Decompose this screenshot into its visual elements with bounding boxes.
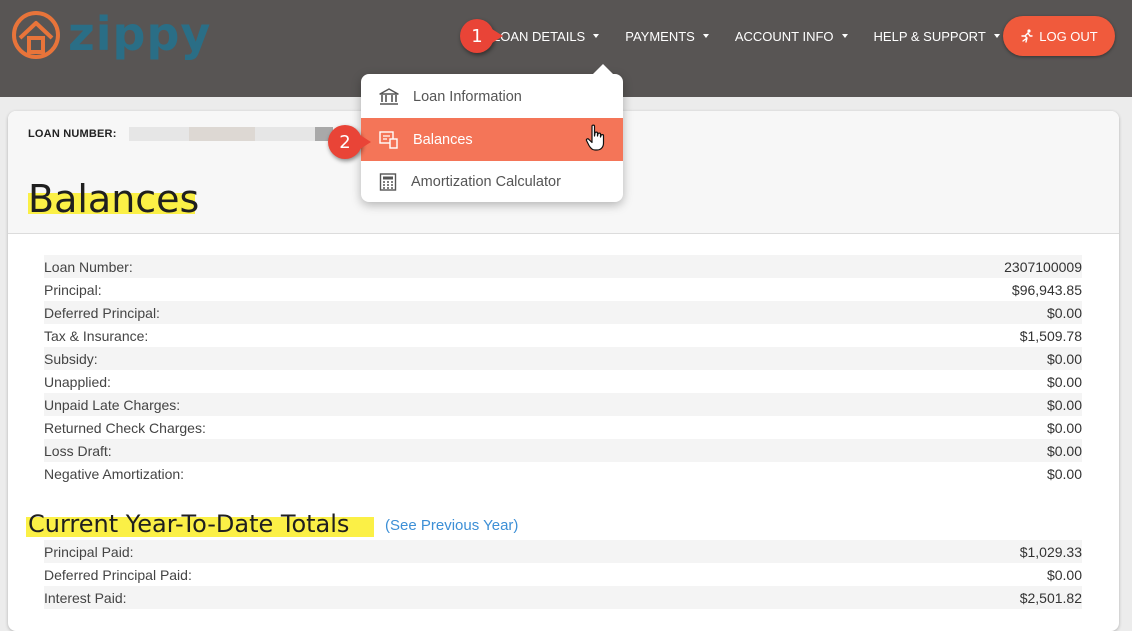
nav-loan-details[interactable]: LOAN DETAILS: [493, 28, 600, 44]
step-badge-1: 1: [460, 19, 503, 53]
row-label: Loss Draft:: [44, 442, 112, 459]
row-label: Principal Paid:: [44, 543, 134, 560]
row-label: Tax & Insurance:: [44, 327, 149, 344]
balances-list: Loan Number: 2307100009 Principal: $96,943…: [44, 255, 1082, 485]
balance-row: Unpaid Late Charges: $0.00: [44, 393, 1082, 416]
menu-item-loan-information[interactable]: Loan Information: [361, 75, 623, 118]
row-value: $0.00: [1046, 566, 1082, 583]
caret-down-icon: [593, 34, 600, 38]
row-label: Deferred Principal Paid:: [44, 566, 192, 583]
logout-button[interactable]: LOG OUT: [1003, 16, 1115, 56]
row-value: $1,509.78: [1019, 327, 1082, 344]
redacted-loan-number: [255, 127, 315, 141]
row-value: $2,501.82: [1019, 589, 1082, 606]
row-label: Subsidy:: [44, 350, 98, 367]
row-label: Unpaid Late Charges:: [44, 396, 181, 413]
row-value: $0.00: [1046, 304, 1082, 321]
redacted-loan-number: [189, 127, 255, 141]
loan-details-dropdown: Loan Information Balances Amortization C…: [361, 64, 623, 203]
menu-item-label: Amortization Calculator: [411, 173, 561, 190]
nav-account-info-label: ACCOUNT INFO: [734, 28, 834, 44]
calculator-icon: [379, 172, 397, 191]
balance-row: Returned Check Charges: $0.00: [44, 416, 1082, 439]
balance-row: Loss Draft: $0.00: [44, 439, 1082, 462]
row-label: Loan Number:: [44, 258, 133, 275]
row-label: Returned Check Charges:: [44, 419, 206, 436]
nav-payments-label: PAYMENTS: [625, 28, 695, 44]
row-value: $0.00: [1046, 373, 1082, 390]
nav-account-info[interactable]: ACCOUNT INFO: [735, 29, 848, 44]
house-logo-icon: [12, 11, 60, 59]
menu-item-balances[interactable]: Balances: [361, 118, 623, 161]
running-person-icon: [1021, 29, 1033, 43]
row-value: $1,029.33: [1019, 543, 1082, 560]
balance-row: Unapplied: $0.00: [44, 370, 1082, 393]
balance-row: Deferred Principal: $0.00: [44, 301, 1082, 324]
row-value: $0.00: [1046, 442, 1082, 459]
nav-help-support-label: HELP & SUPPORT: [873, 28, 986, 44]
row-value: 2307100009: [1004, 258, 1082, 275]
row-value: $0.00: [1046, 465, 1082, 482]
balance-row: Negative Amortization: $0.00: [44, 462, 1082, 485]
row-value: $0.00: [1046, 350, 1082, 367]
nav-help-support[interactable]: HELP & SUPPORT: [874, 29, 1000, 44]
main-nav: LOAN DETAILS PAYMENTS ACCOUNT INFO HELP …: [493, 22, 1026, 50]
balance-row: Subsidy: $0.00: [44, 347, 1082, 370]
menu-item-label: Balances: [413, 131, 473, 148]
balance-row: Tax & Insurance: $1,509.78: [44, 324, 1082, 347]
nav-payments[interactable]: PAYMENTS: [625, 29, 709, 44]
caret-down-icon: [702, 34, 709, 38]
row-value: $0.00: [1046, 396, 1082, 413]
hand-cursor-icon: [585, 124, 605, 151]
row-value: $0.00: [1046, 419, 1082, 436]
nav-loan-details-label: LOAN DETAILS: [493, 28, 586, 44]
row-label: Principal:: [44, 281, 102, 298]
menu-item-label: Loan Information: [413, 88, 522, 105]
menu-item-amortization-calculator[interactable]: Amortization Calculator: [361, 160, 623, 203]
logo-text: zippy: [68, 7, 212, 61]
page-title: Balances: [28, 177, 200, 221]
ytd-section-title: Current Year-To-Date Totals: [28, 510, 350, 538]
row-label: Unapplied:: [44, 373, 111, 390]
logout-label: LOG OUT: [1039, 28, 1098, 44]
balances-icon: [379, 130, 398, 149]
ytd-row: Deferred Principal Paid: $0.00: [44, 563, 1082, 586]
row-label: Interest Paid:: [44, 589, 127, 606]
ytd-row: Interest Paid: $2,501.82: [44, 586, 1082, 609]
zippy-logo[interactable]: zippy: [8, 6, 211, 62]
ytd-row: Principal Paid: $1,029.33: [44, 540, 1082, 563]
row-label: Negative Amortization:: [44, 465, 185, 482]
bank-icon: [379, 87, 399, 105]
balance-row: Principal: $96,943.85: [44, 278, 1082, 301]
step-badge-2: 2: [328, 125, 371, 159]
ytd-list: Principal Paid: $1,029.33 Deferred Princi…: [44, 540, 1082, 609]
row-value: $96,943.85: [1011, 281, 1082, 298]
loan-number-label: LOAN NUMBER:: [28, 128, 117, 140]
see-previous-year-link[interactable]: (See Previous Year): [385, 517, 518, 534]
caret-down-icon: [841, 34, 848, 38]
balance-row: Loan Number: 2307100009: [44, 255, 1082, 278]
redacted-loan-number: [129, 127, 189, 141]
caret-down-icon: [993, 34, 1000, 38]
row-label: Deferred Principal:: [44, 304, 160, 321]
